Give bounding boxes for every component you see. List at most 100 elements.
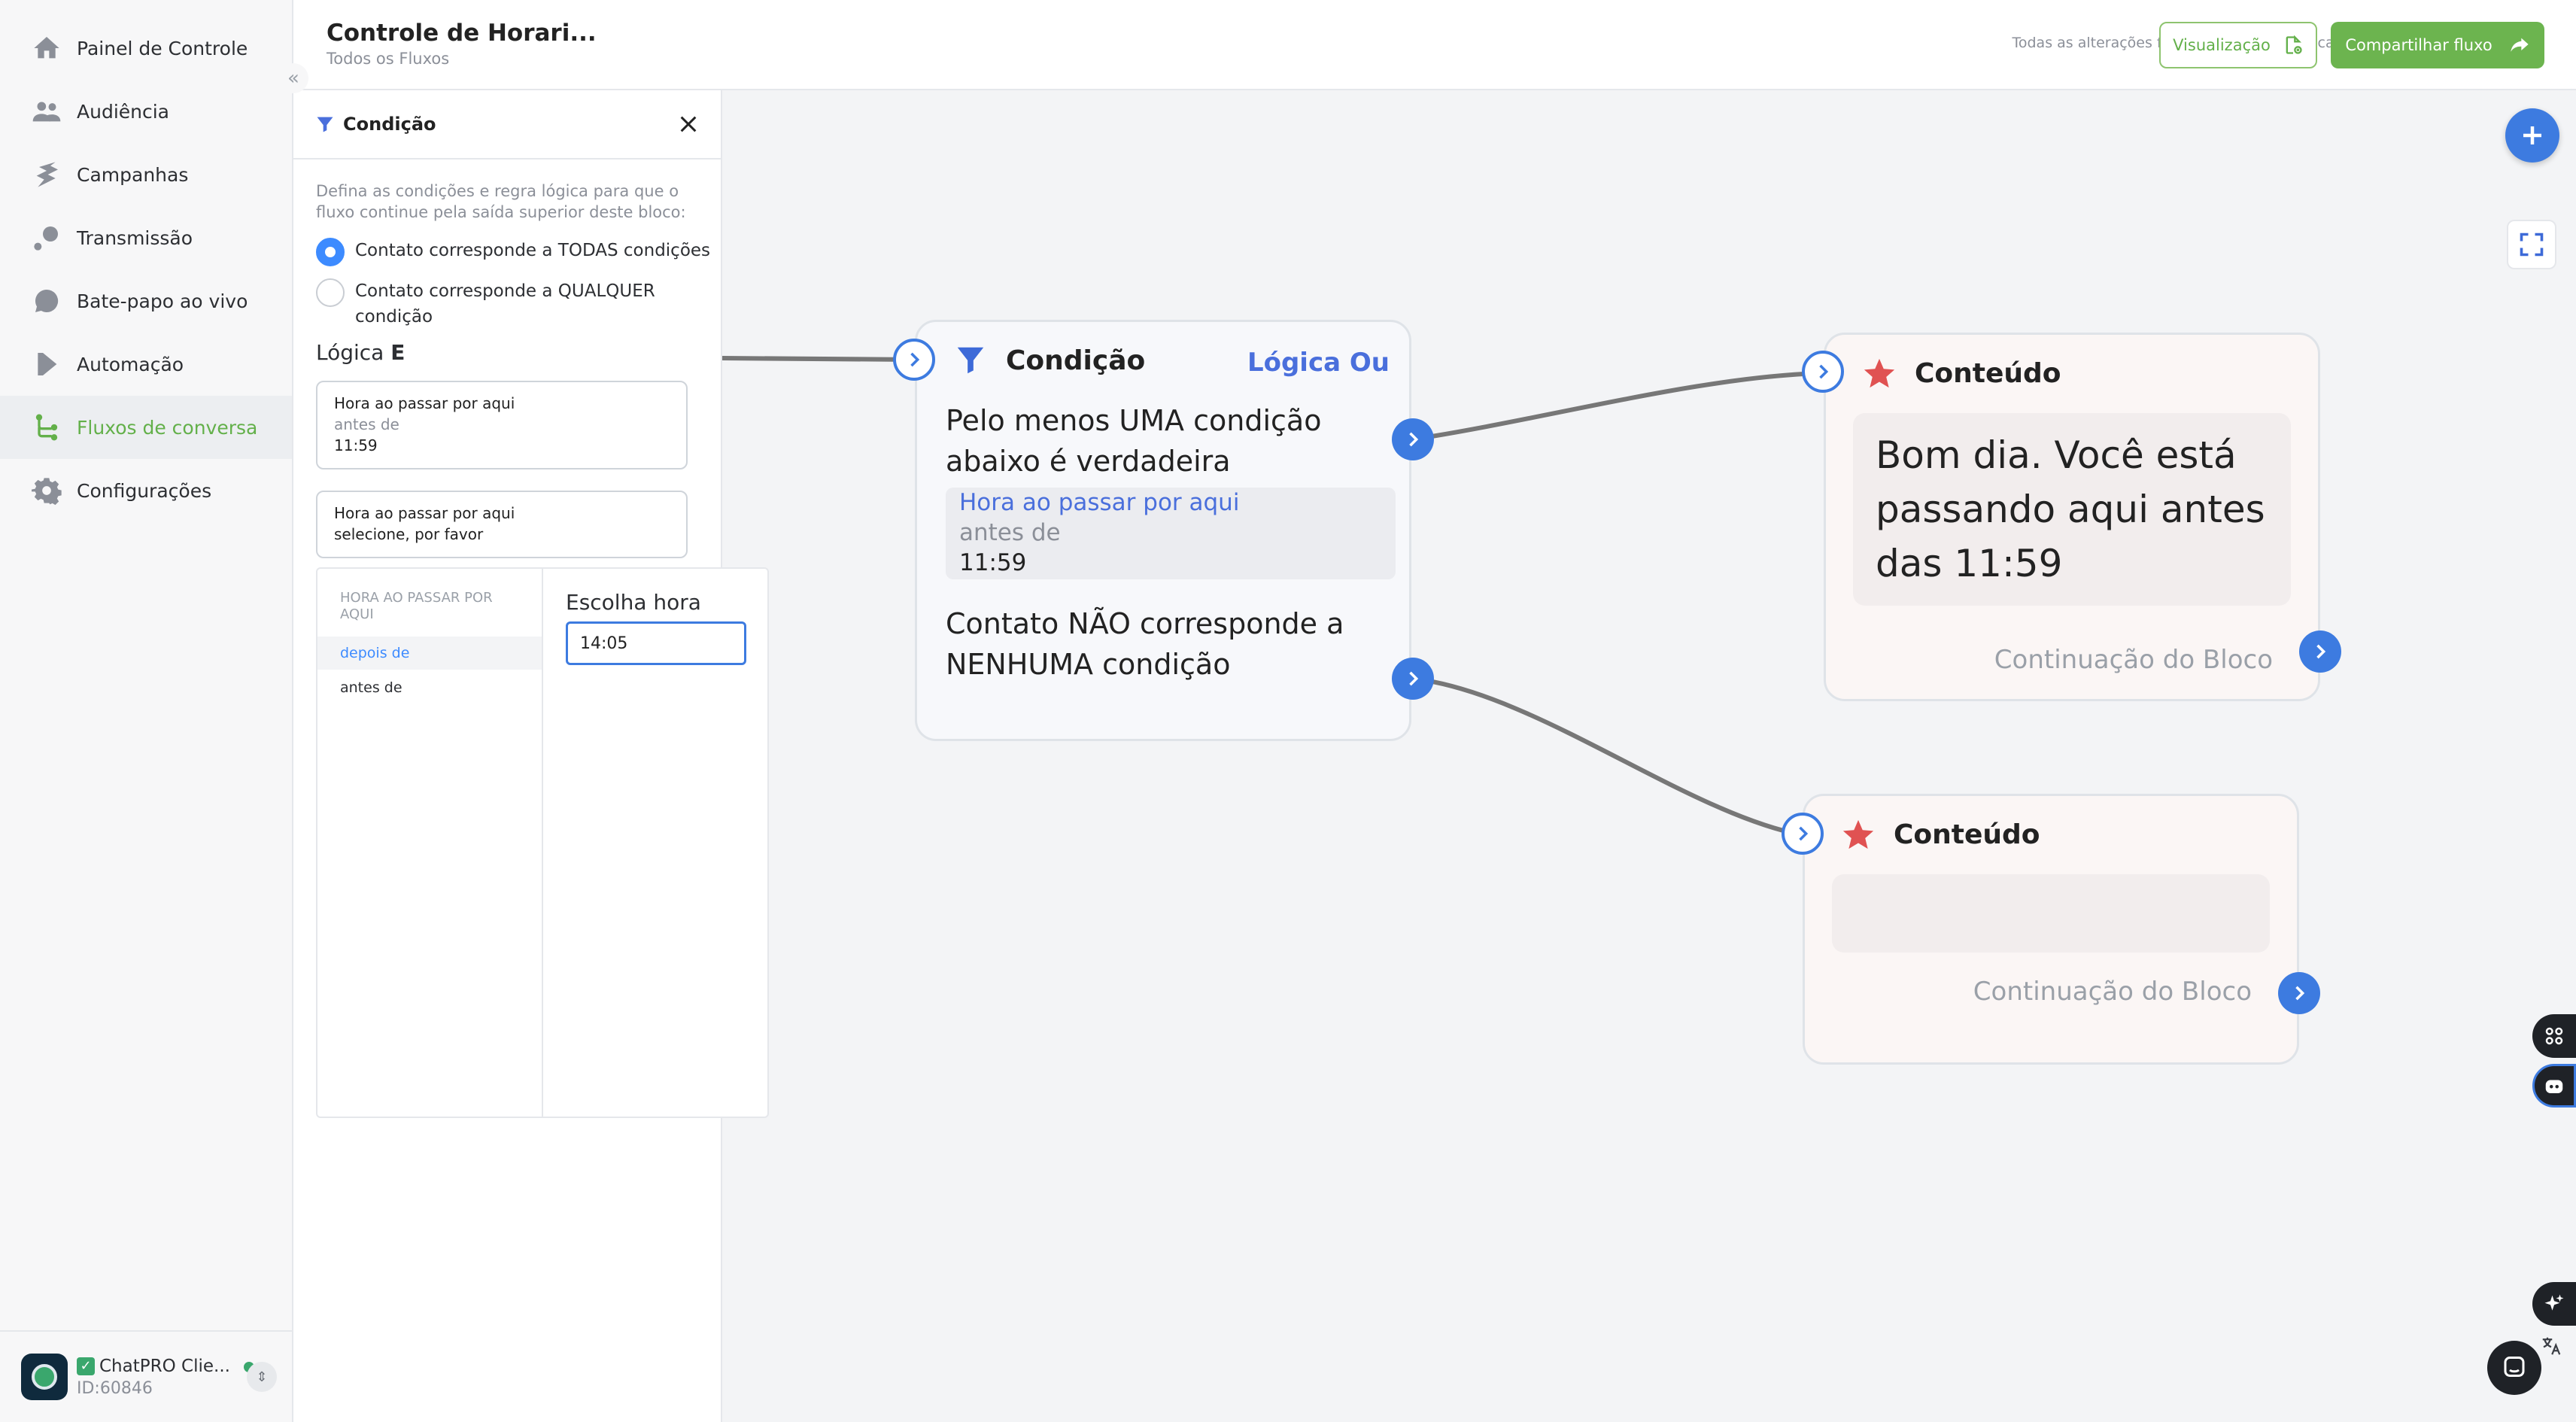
preview-button[interactable]: Visualização [2159,22,2317,68]
sidebar-item-label: Transmissão [77,226,193,249]
content-input-handle[interactable] [1782,813,1824,855]
condition-card[interactable]: Hora ao passar por aqui antes de 11:59 [316,381,688,469]
message-bubble: Bom dia. Você está passando aqui antes d… [1853,413,2291,606]
account-switcher[interactable]: ✓ ChatPRO Clie... ID:60846 ⇕ [0,1330,292,1422]
time-input[interactable]: 14:05 [566,621,746,665]
breadcrumb[interactable]: Todos os Fluxos [327,50,449,68]
radio-button-checked[interactable] [316,238,345,266]
sidebar-item-label: Painel de Controle [77,37,248,59]
condition-false-output-handle[interactable] [1392,658,1434,700]
condition-field: Hora ao passar por aqui [334,394,515,412]
header: Controle de Horari... Todos os Fluxos To… [293,0,2576,90]
radio-match-any[interactable]: Contato corresponde a QUALQUER condição [316,278,692,330]
time-picker: Escolha hora 14:05 [566,590,746,665]
condition-operator: antes de [334,415,399,433]
sidebar-item-label: Fluxos de conversa [77,416,258,439]
condition-card-editing[interactable]: Hora ao passar por aqui selecione, por f… [316,491,688,558]
close-panel-button[interactable] [673,108,704,140]
account-switch-icon[interactable]: ⇕ [247,1362,277,1392]
message-bubble-empty [1832,874,2270,953]
gear-icon [30,474,63,507]
sidebar-item-audiencia[interactable]: Audiência [0,80,292,143]
condition-value: selecione, por favor [334,525,484,543]
true-branch-text: Pelo menos UMA condição abaixo é verdade… [946,404,1322,478]
content-node[interactable]: Conteúdo Continuação do Bloco [1803,794,2299,1065]
flow-canvas[interactable]: Condição Lógica Ou Pelo menos UMA condiç… [722,90,2576,1422]
sidebar-item-label: Bate-papo ao vivo [77,290,248,312]
node-header: Conteúdo [1862,356,2061,390]
condition-panel: Condição Defina as condições e regra lóg… [293,90,769,1422]
play-icon [30,348,63,381]
node-header: Conteúdo [1841,817,2040,852]
node-title: Conteúdo [1894,819,2040,850]
check-icon: ✓ [77,1357,95,1375]
operator-list: HORA AO PASSAR POR AQUI depois de antes … [317,569,543,1117]
collapse-sidebar-button[interactable]: « [278,63,308,93]
content-output-handle[interactable] [2299,630,2341,673]
panel-description: Defina as condições e regra lógica para … [316,182,686,221]
flow-icon [30,411,63,444]
sidebar-item-configuracoes[interactable]: Configurações [0,459,292,522]
share-button-label: Compartilhar fluxo [2345,36,2492,54]
apps-widget[interactable] [2532,1014,2576,1058]
node-title: Conteúdo [1915,357,2061,389]
sidebar-item-label: Audiência [77,100,169,123]
account-name: ChatPRO Clie... [99,1356,230,1376]
fullscreen-button[interactable] [2507,220,2556,269]
sidebar-item-transmissao[interactable]: Transmissão [0,206,292,269]
sidebar-item-automacao[interactable]: Automação [0,333,292,396]
logic-label: Lógica E [316,340,405,365]
chevron-right-icon [2295,986,2305,1001]
radio-match-all[interactable]: Contato corresponde a TODAS condições [316,238,710,266]
condition-operator-picker: HORA AO PASSAR POR AQUI depois de antes … [316,567,769,1118]
star-icon [1864,358,1895,388]
page-title[interactable]: Controle de Horari... [327,20,597,47]
chevron-right-icon [1799,826,1809,841]
operator-option-depois-de[interactable]: depois de [317,637,542,670]
condition-field: Hora ao passar por aqui [334,504,515,522]
sidebar: Painel de Controle Audiência Campanhas T… [0,0,293,1422]
account-id: ID:60846 [77,1378,153,1398]
sidebar-item-bate-papo-ao-vivo[interactable]: Bate-papo ao vivo [0,269,292,333]
condition-input-handle[interactable] [893,339,935,381]
sidebar-item-label: Automação [77,353,184,375]
continuation-label: Continuação do Bloco [1994,645,2273,675]
plus-icon [2523,126,2541,144]
edge-false-to-content [1412,676,1803,837]
operator-option-antes-de[interactable]: antes de [317,671,542,704]
chat-icon [2504,1357,2525,1377]
ai-assist-widget[interactable] [2532,1282,2576,1326]
condition-value: 11:59 [334,436,378,454]
sidebar-item-fluxos-de-conversa[interactable]: Fluxos de conversa [0,396,292,459]
chat-bubble-icon [30,284,63,318]
content-node[interactable]: Conteúdo Bom dia. Você está passando aqu… [1824,333,2320,701]
condition-field: Hora ao passar por aqui [959,489,1240,516]
avatar [21,1354,68,1400]
funnel-icon [317,117,333,132]
radio-button[interactable] [316,278,345,307]
home-icon [30,32,63,65]
close-icon [680,116,697,132]
time-picker-label: Escolha hora [566,590,701,615]
node-condition-summary: Hora ao passar por aqui antes de 11:59 [946,488,1396,579]
radio-label: Contato corresponde a QUALQUER condição [355,281,655,327]
bot-widget[interactable] [2532,1064,2576,1108]
condition-true-output-handle[interactable] [1392,418,1434,460]
logic-prefix: Lógica [316,340,384,365]
false-branch-text: Contato NÃO corresponde a NENHUMA condiç… [946,607,1344,681]
content-output-handle[interactable] [2278,972,2320,1014]
add-block-button[interactable] [2505,108,2559,163]
preview-icon [2286,35,2302,54]
logic-value: E [390,340,406,365]
sidebar-item-painel-de-controle[interactable]: Painel de Controle [0,17,292,80]
content-input-handle[interactable] [1802,351,1844,393]
robot-icon [2545,1080,2563,1093]
sparkle-icon [2544,1294,2564,1311]
translate-widget[interactable] [2532,1327,2570,1365]
share-flow-button[interactable]: Compartilhar fluxo [2331,22,2544,68]
bolt-icon [30,158,63,191]
radio-label: Contato corresponde a TODAS condições [355,241,711,260]
sidebar-item-campanhas[interactable]: Campanhas [0,143,292,206]
condition-node[interactable]: Condição Lógica Ou Pelo menos UMA condiç… [915,320,1411,741]
preview-button-label: Visualização [2173,36,2271,54]
